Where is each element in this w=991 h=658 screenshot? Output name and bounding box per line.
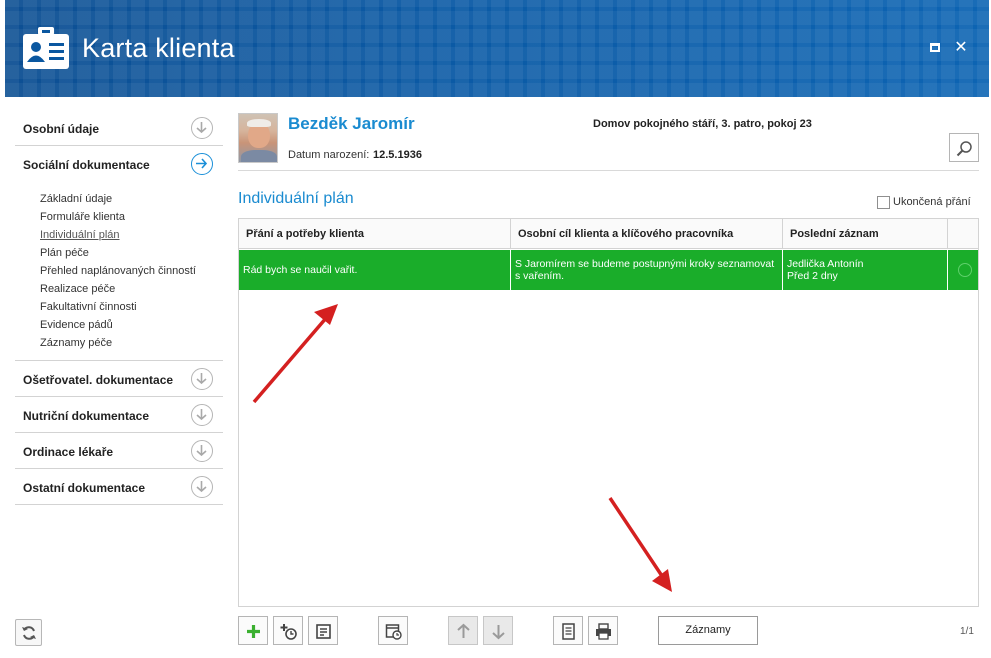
- chevron-down-circle-icon[interactable]: [191, 476, 213, 498]
- cell-goal-line1: S Jaromírem se budeme postupnými kroky s…: [515, 258, 775, 270]
- client-photo: [238, 113, 278, 163]
- refresh-icon: [22, 626, 36, 640]
- cell-goal: S Jaromírem se budeme postupnými kroky s…: [511, 250, 783, 290]
- records-button[interactable]: Záznamy: [658, 616, 758, 645]
- document-icon: [562, 623, 575, 640]
- refresh-button[interactable]: [15, 619, 42, 646]
- maximize-icon: [930, 43, 940, 52]
- sidebar-section-social[interactable]: Sociální dokumentace: [15, 146, 223, 182]
- sidebar-item-care-realization[interactable]: Realizace péče: [40, 280, 223, 298]
- sidebar-item-fall-records[interactable]: Evidence pádů: [40, 316, 223, 334]
- section-title: Individuální plán: [238, 190, 354, 207]
- sidebar-section-label: Nutriční dokumentace: [23, 409, 150, 423]
- sidebar-item-care-plan[interactable]: Plán péče: [40, 244, 223, 262]
- arrow-down-icon: [492, 625, 505, 640]
- sidebar-section-nutrition[interactable]: Nutriční dokumentace: [15, 397, 223, 433]
- sidebar-section-personal[interactable]: Osobní údaje: [15, 110, 223, 146]
- sidebar-section-label: Ostatní dokumentace: [23, 481, 146, 495]
- close-icon: ✕: [954, 39, 968, 56]
- print-icon: [596, 623, 611, 640]
- search-button[interactable]: [949, 133, 979, 162]
- cell-wish: Rád bych se naučil vařit.: [239, 250, 511, 290]
- cell-last-record: Jedlička Antonín Před 2 dny: [783, 250, 948, 290]
- dob-label: Datum narození:: [288, 149, 370, 161]
- maximize-button[interactable]: [927, 40, 943, 56]
- move-up-button[interactable]: [448, 616, 478, 645]
- add-button[interactable]: [238, 616, 268, 645]
- sidebar-section-other[interactable]: Ostatní dokumentace: [15, 469, 223, 505]
- calendar-clock-button[interactable]: [378, 616, 408, 645]
- cell-wish-text: Rád bych se naučil vařit.: [243, 264, 358, 276]
- sidebar-section-label: Osobní údaje: [23, 122, 100, 136]
- chevron-down-circle-icon[interactable]: [191, 117, 213, 139]
- column-header-goal[interactable]: Osobní cíl klienta a klíčového pracovník…: [511, 219, 783, 249]
- calendar-clock-icon: [385, 624, 402, 640]
- table-header: Přání a potřeby klienta Osobní cíl klien…: [239, 219, 978, 249]
- cell-last-when: Před 2 dny: [787, 270, 838, 282]
- client-name: Bezděk Jaromír: [288, 114, 415, 133]
- cell-last-author: Jedlička Antonín: [787, 258, 864, 270]
- sidebar-section-doctor[interactable]: Ordinace lékaře: [15, 433, 223, 469]
- arrow-up-icon: [457, 623, 470, 638]
- column-header-last-record[interactable]: Poslední záznam: [783, 219, 948, 249]
- header-divider: [238, 170, 979, 171]
- search-icon: [956, 141, 972, 157]
- cell-goal-line2: s vařením.: [515, 270, 565, 282]
- finished-wishes-checkbox[interactable]: [877, 196, 890, 209]
- dob-value: 12.5.1936: [373, 149, 422, 161]
- close-button[interactable]: ✕: [953, 40, 969, 56]
- chevron-right-circle-icon[interactable]: [191, 153, 213, 175]
- note-icon: [316, 624, 331, 639]
- add-timed-record-icon: [280, 624, 297, 640]
- chevron-down-circle-icon[interactable]: [191, 404, 213, 426]
- sidebar-item-basic-info[interactable]: Základní údaje: [40, 190, 223, 208]
- sidebar-item-individual-plan[interactable]: Individuální plán: [40, 226, 223, 244]
- chevron-down-circle-icon[interactable]: [191, 368, 213, 390]
- add-icon: [247, 625, 260, 638]
- sidebar-section-label: Ordinace lékaře: [23, 445, 114, 459]
- window-title: Karta klienta: [82, 33, 235, 63]
- sidebar-section-label: Ošetřovatel. dokumentace: [23, 373, 174, 387]
- sidebar: Osobní údaje Sociální dokumentace Základ…: [15, 110, 223, 505]
- print-button[interactable]: [588, 616, 618, 645]
- sidebar-item-planned-activities[interactable]: Přehled naplánovaných činností: [40, 262, 223, 280]
- social-submenu: Základní údaje Formuláře klienta Individ…: [15, 182, 223, 361]
- chevron-down-circle-icon[interactable]: [191, 440, 213, 462]
- sidebar-section-label: Sociální dokumentace: [23, 158, 150, 172]
- add-timed-record-button[interactable]: [273, 616, 303, 645]
- note-button[interactable]: [308, 616, 338, 645]
- document-button[interactable]: [553, 616, 583, 645]
- plan-table: Přání a potřeby klienta Osobní cíl klien…: [238, 218, 979, 607]
- id-card-icon: [23, 27, 69, 69]
- finished-wishes-label[interactable]: Ukončená přání: [893, 196, 971, 208]
- move-down-button[interactable]: [483, 616, 513, 645]
- sidebar-item-client-forms[interactable]: Formuláře klienta: [40, 208, 223, 226]
- row-detail-icon[interactable]: [958, 263, 972, 277]
- table-row[interactable]: Rád bych se naučil vařit. S Jaromírem se…: [239, 250, 978, 290]
- column-header-wishes[interactable]: Přání a potřeby klienta: [239, 219, 511, 249]
- window-header: Karta klienta ✕: [5, 0, 989, 97]
- sidebar-item-optional-activities[interactable]: Fakultativní činnosti: [40, 298, 223, 316]
- sidebar-section-nursing[interactable]: Ošetřovatel. dokumentace: [15, 361, 223, 397]
- client-location: Domov pokojného stáří, 3. patro, pokoj 2…: [593, 118, 812, 130]
- sidebar-item-care-records[interactable]: Záznamy péče: [40, 334, 223, 352]
- pager: 1/1: [960, 626, 974, 637]
